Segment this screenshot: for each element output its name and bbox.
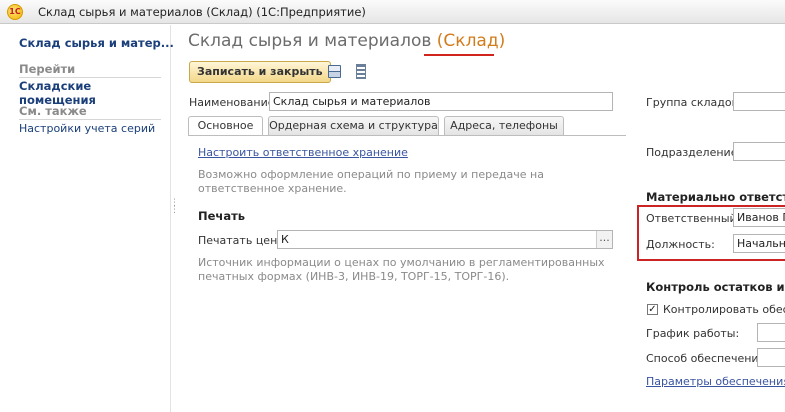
save-icon[interactable] [328, 65, 341, 78]
responsible-label: Ответственный: [646, 212, 741, 225]
position-field[interactable]: Начальни [733, 234, 785, 253]
divider [19, 77, 161, 78]
stock-control-heading: Контроль остатков и уп [646, 280, 785, 294]
supply-method-field[interactable] [757, 348, 785, 367]
nav-section-goto: Перейти [19, 62, 76, 76]
page-title-accent: (Склад) [436, 31, 506, 51]
page-title-main: Склад сырья и материалов [188, 31, 432, 51]
nav-item-series-settings[interactable]: Настройки учета серий [19, 122, 155, 135]
navigation-panel: Склад сырья и матер... Перейти Складские… [0, 25, 174, 412]
print-prices-label: Печатать цены: [198, 234, 290, 247]
group-field[interactable] [733, 92, 785, 111]
window-titlebar: 1C Склад сырья и материалов (Склад) (1С:… [0, 0, 785, 24]
tab-order-scheme[interactable]: Ордерная схема и структура [268, 116, 439, 135]
subdivision-label: Подразделение: [646, 146, 742, 159]
control-checkbox-label: Контролировать обеспеч [663, 303, 785, 316]
print-section-heading: Печать [198, 209, 246, 223]
select-button[interactable]: ... [596, 231, 612, 248]
schedule-field[interactable] [757, 323, 785, 342]
form-main: Склад сырья и материалов (Склад) Записат… [177, 25, 785, 412]
tab-main[interactable]: Основное [188, 116, 263, 136]
panel-splitter-handle[interactable]: ⋮ ⋮ [170, 199, 179, 222]
print-prices-value: К [281, 233, 289, 246]
setup-hint-text: Возможно оформление операций по приему и… [198, 168, 544, 195]
divider [19, 119, 161, 120]
list-icon[interactable] [356, 64, 366, 79]
position-label: Должность: [646, 238, 715, 251]
nav-section-see-also: См. также [19, 104, 87, 118]
page-title: Склад сырья и материалов (Склад) [188, 31, 506, 56]
print-prices-field[interactable]: К ... [277, 230, 613, 249]
name-label: Наименование: [189, 96, 279, 109]
app-logo-icon: 1C [7, 4, 23, 20]
group-label: Группа складов: [646, 96, 742, 109]
nav-item-storage-rooms[interactable]: Складские помещения [19, 79, 170, 107]
print-hint-text: Источник информации о ценах по умолчанию… [198, 256, 605, 283]
material-responsibility-heading: Материально ответстве [646, 190, 785, 204]
name-field[interactable]: Склад сырья и материалов [269, 92, 613, 111]
supply-params-link[interactable]: Параметры обеспечения по [646, 375, 785, 388]
title-underline-annotation [424, 54, 494, 56]
subdivision-field[interactable] [733, 142, 785, 161]
supply-method-label: Способ обеспечения: [646, 352, 769, 365]
schedule-label: График работы: [646, 327, 740, 340]
responsible-field[interactable]: Иванов П [733, 208, 785, 227]
setup-responsible-storage-link[interactable]: Настроить ответственное хранение [198, 146, 408, 159]
control-checkbox[interactable]: ✓ [647, 304, 658, 315]
nav-current-item[interactable]: Склад сырья и матер... [19, 36, 174, 50]
tab-addresses[interactable]: Адреса, телефоны [444, 116, 564, 135]
window-title: Склад сырья и материалов (Склад) (1С:Пре… [38, 5, 366, 19]
save-and-close-button[interactable]: Записать и закрыть [189, 61, 331, 83]
